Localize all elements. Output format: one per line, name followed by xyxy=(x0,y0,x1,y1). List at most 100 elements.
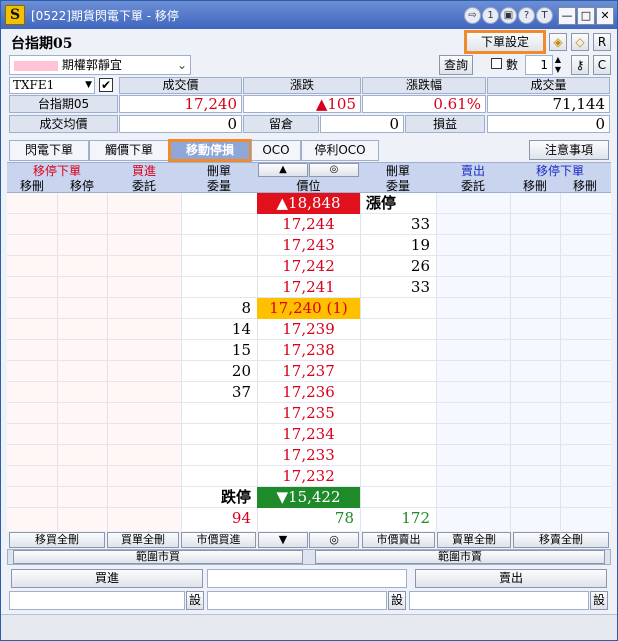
trail-buy-delete-all-button[interactable]: 移買全刪 xyxy=(9,532,105,548)
one-icon[interactable]: 1 xyxy=(482,7,499,24)
diamond-alt-icon[interactable]: ◇ xyxy=(571,33,589,51)
sell-button[interactable]: 賣出 xyxy=(415,569,607,588)
sell-delete-all-button[interactable]: 賣單全刪 xyxy=(437,532,511,548)
r-button[interactable]: R xyxy=(593,33,611,51)
trail-sell-delete-all-button[interactable]: 移賣全刪 xyxy=(513,532,609,548)
ask-qty-cell[interactable] xyxy=(360,298,436,319)
chart-icon[interactable]: ▣ xyxy=(500,7,517,24)
price-cell[interactable]: 17,244 xyxy=(257,214,360,235)
ask-qty-cell[interactable]: 33 xyxy=(360,277,436,298)
ladder-row[interactable]: 17,233 xyxy=(7,445,611,466)
bid-qty-cell[interactable]: 20 xyxy=(181,361,257,382)
qty-stepper[interactable]: ▲ ▼ xyxy=(553,55,563,75)
ladder-row[interactable]: 17,242 26 xyxy=(7,256,611,277)
key-icon[interactable]: ⚷ xyxy=(571,55,589,75)
qty-input[interactable]: 1 xyxy=(525,55,553,75)
c-button[interactable]: C xyxy=(593,55,611,75)
ask-qty-cell[interactable]: 33 xyxy=(360,214,436,235)
price-cell[interactable]: 17,238 xyxy=(257,340,360,361)
tab-flash-order[interactable]: 閃電下單 xyxy=(9,140,89,161)
mid-setting-field[interactable] xyxy=(207,591,387,610)
bid-qty-cell[interactable] xyxy=(181,445,257,466)
bid-qty-cell[interactable] xyxy=(181,466,257,487)
ladder-row[interactable]: 20 17,237 xyxy=(7,361,611,382)
symbol-checkbox[interactable]: ✔ xyxy=(99,78,113,92)
bid-qty-cell[interactable] xyxy=(181,235,257,256)
limit-up-row[interactable]: ▲18,848 漲停 xyxy=(7,193,611,214)
ladder-row[interactable]: 17,234 xyxy=(7,424,611,445)
ladder-row[interactable]: 14 17,239 xyxy=(7,319,611,340)
query-button[interactable]: 查詢 xyxy=(439,55,473,75)
diamond-icon[interactable]: ◈ xyxy=(549,33,567,51)
price-ladder[interactable]: ▲18,848 漲停 17,244 33 17,243 19 17,242 26 17,241 3… xyxy=(7,193,611,531)
price-cell[interactable]: 17,242 xyxy=(257,256,360,277)
ask-qty-cell[interactable] xyxy=(360,382,436,403)
price-cell[interactable]: 17,233 xyxy=(257,445,360,466)
tab-trailing-stop[interactable]: 移動停損 xyxy=(168,139,252,162)
bid-qty-cell[interactable] xyxy=(181,277,257,298)
scroll-up-button[interactable]: ▲ xyxy=(258,163,308,177)
bid-qty-cell[interactable]: 37 xyxy=(181,382,257,403)
price-cell[interactable]: 17,235 xyxy=(257,403,360,424)
tip-icon[interactable]: T xyxy=(536,7,553,24)
minimize-button[interactable]: — xyxy=(558,7,576,25)
mid-setting-button[interactable]: 設 xyxy=(388,591,406,610)
sell-setting-button[interactable]: 設 xyxy=(590,591,608,610)
ladder-row[interactable]: 37 17,236 xyxy=(7,382,611,403)
price-cell[interactable]: 17,232 xyxy=(257,466,360,487)
price-cell[interactable]: 17,236 xyxy=(257,382,360,403)
buy-delete-all-button[interactable]: 買單全刪 xyxy=(107,532,179,548)
price-cell[interactable]: 17,237 xyxy=(257,361,360,382)
ask-qty-cell[interactable] xyxy=(360,319,436,340)
buy-setting-field[interactable] xyxy=(9,591,185,610)
order-settings-button[interactable]: 下單設定 xyxy=(464,30,546,54)
ladder-row[interactable]: 15 17,238 xyxy=(7,340,611,361)
current-price-cell[interactable]: 17,240 (1) xyxy=(257,298,360,319)
ladder-row[interactable]: 17,235 xyxy=(7,403,611,424)
price-cell[interactable]: 17,243 xyxy=(257,235,360,256)
bid-qty-cell[interactable]: 14 xyxy=(181,319,257,340)
bid-qty-cell[interactable]: 15 xyxy=(181,340,257,361)
ask-qty-cell[interactable] xyxy=(360,361,436,382)
range-market-sell-button[interactable]: 範圍市賣 xyxy=(315,550,605,564)
ask-qty-cell[interactable] xyxy=(360,424,436,445)
recenter-button[interactable]: ◎ xyxy=(309,532,359,548)
ask-qty-cell[interactable] xyxy=(360,466,436,487)
buy-setting-button[interactable]: 設 xyxy=(186,591,204,610)
ask-qty-cell[interactable]: 26 xyxy=(360,256,436,277)
price-cell[interactable]: 17,234 xyxy=(257,424,360,445)
price-cell[interactable]: 17,241 xyxy=(257,277,360,298)
bid-qty-cell[interactable] xyxy=(181,424,257,445)
bid-qty-cell[interactable] xyxy=(181,256,257,277)
help-icon[interactable]: ? xyxy=(518,7,535,24)
tab-profit-oco[interactable]: 停利OCO xyxy=(301,140,379,161)
ladder-row[interactable]: 8 17,240 (1) xyxy=(7,298,611,319)
bid-qty-cell[interactable] xyxy=(181,403,257,424)
tab-oco[interactable]: OCO xyxy=(251,140,301,161)
ask-qty-cell[interactable] xyxy=(360,340,436,361)
ladder-row[interactable]: 17,244 33 xyxy=(7,214,611,235)
buy-button[interactable]: 買進 xyxy=(11,569,203,588)
ask-qty-cell[interactable] xyxy=(360,445,436,466)
maximize-button[interactable]: □ xyxy=(577,7,595,25)
range-market-buy-button[interactable]: 範圍市買 xyxy=(13,550,303,564)
notes-button[interactable]: 注意事項 xyxy=(529,140,609,160)
middle-input[interactable] xyxy=(207,569,407,588)
center-price-button[interactable]: ◎ xyxy=(309,163,359,177)
ladder-row[interactable]: 17,232 xyxy=(7,466,611,487)
scroll-down-button[interactable]: ▼ xyxy=(258,532,308,548)
title-bar[interactable]: S [0522]期貨閃電下單 - 移停 ⇨ 1 ▣ ? T — □ ✕ xyxy=(1,1,617,29)
tab-touch-order[interactable]: 觸價下單 xyxy=(89,140,169,161)
bid-qty-cell[interactable]: 8 xyxy=(181,298,257,319)
ask-qty-cell[interactable] xyxy=(360,403,436,424)
symbol-select[interactable]: TXFE1 ▼ xyxy=(9,77,95,94)
ladder-row[interactable]: 17,243 19 xyxy=(7,235,611,256)
qty-checkbox[interactable] xyxy=(491,58,502,69)
price-cell[interactable]: 17,239 xyxy=(257,319,360,340)
bid-qty-cell[interactable] xyxy=(181,214,257,235)
sell-setting-field[interactable] xyxy=(409,591,589,610)
limit-down-row[interactable]: 跌停 ▼15,422 xyxy=(7,487,611,508)
market-buy-button[interactable]: 市價買進 xyxy=(181,532,256,548)
close-button[interactable]: ✕ xyxy=(596,7,614,25)
forward-icon[interactable]: ⇨ xyxy=(464,7,481,24)
